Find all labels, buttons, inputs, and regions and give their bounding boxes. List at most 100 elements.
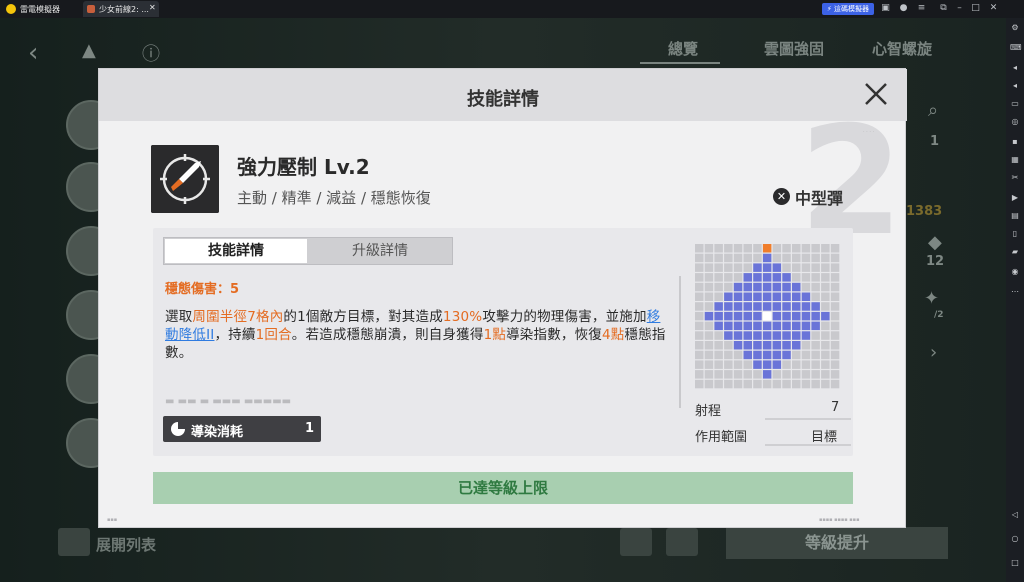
wardrobe-icon[interactable]: [620, 528, 652, 556]
range-cell: [782, 370, 791, 379]
scissors-icon[interactable]: ✂: [1010, 173, 1020, 183]
range-grid: [695, 244, 840, 389]
range-cell: [821, 360, 830, 369]
range-cell: [714, 321, 723, 331]
range-cell: [801, 379, 811, 389]
range-cell: [772, 302, 782, 311]
skill-detail-panel: 技能詳情 升級詳情 穩態傷害：5 選取周圍半徑7格內的1個敵方目標，對其造成13…: [153, 228, 853, 456]
volume-down-icon[interactable]: ◂: [1010, 81, 1020, 91]
sync-icon[interactable]: ◎: [1010, 117, 1020, 127]
range-cell: [695, 273, 704, 282]
zoom-icon[interactable]: ⌕: [928, 100, 938, 121]
range-cell: [743, 360, 752, 369]
range-cell: [704, 263, 714, 272]
tab-close-icon[interactable]: ✕: [149, 3, 156, 12]
folder-icon[interactable]: ▰: [1010, 247, 1020, 257]
tab-upgrade-detail[interactable]: 升級詳情: [309, 239, 451, 263]
range-cell: [811, 302, 820, 311]
emulator-app-name: 雷電模擬器: [20, 5, 60, 14]
range-cell: [811, 253, 820, 263]
range-cell: [724, 263, 733, 272]
expand-list-icon[interactable]: [58, 528, 90, 556]
robot-icon[interactable]: ▦: [1010, 155, 1020, 165]
range-cell: [714, 292, 723, 301]
range-cell: [801, 263, 811, 272]
range-cell: [733, 311, 743, 321]
location-icon[interactable]: ◉: [1010, 267, 1020, 277]
range-cell: [704, 311, 714, 321]
range-cell: [762, 253, 772, 263]
range-cell: [704, 379, 714, 389]
range-cell: [801, 331, 811, 340]
copy-icon[interactable]: ▯: [1010, 229, 1020, 239]
range-cell: [792, 273, 801, 282]
gamepad-icon[interactable]: ▣: [880, 3, 891, 14]
range-cell: [743, 302, 752, 311]
description-scrollbar[interactable]: [679, 276, 681, 408]
range-cell: [801, 360, 811, 369]
range-cell: [724, 244, 733, 253]
minimize-icon[interactable]: –: [954, 3, 965, 14]
range-cell: [772, 263, 782, 272]
tab-skill-detail[interactable]: 技能詳情: [165, 239, 307, 263]
outfit-icon[interactable]: [666, 528, 698, 556]
ammo-type-label: 中型彈: [795, 189, 844, 208]
nav-recent-icon[interactable]: □: [1010, 558, 1020, 568]
nav-home-icon[interactable]: ○: [1010, 534, 1020, 544]
range-cell: [792, 253, 801, 263]
screen-icon[interactable]: ▭: [1010, 99, 1020, 109]
range-cell: [733, 282, 743, 292]
range-cell: [704, 341, 714, 350]
range-cell: [782, 302, 791, 311]
range-cell: [811, 273, 820, 282]
account-icon[interactable]: ●: [898, 3, 909, 14]
volume-up-icon[interactable]: ◂: [1010, 63, 1020, 73]
range-cell: [743, 292, 752, 301]
maximize-icon[interactable]: □: [970, 3, 981, 14]
drive-icon[interactable]: ▲: [82, 40, 96, 61]
level-up-button[interactable]: 等級提升: [726, 527, 948, 559]
close-window-icon[interactable]: ✕: [988, 3, 999, 14]
range-cell: [801, 311, 811, 321]
back-icon[interactable]: ‹: [28, 38, 38, 68]
emulator-tab[interactable]: 少女前線2: ... ✕: [83, 1, 159, 17]
range-cell: [733, 379, 743, 389]
range-cell: [782, 341, 791, 350]
range-cell: [724, 321, 733, 331]
macro-icon[interactable]: ▤: [1010, 211, 1020, 221]
tab-underline: [640, 62, 720, 64]
chevron-small-icon[interactable]: ›: [930, 342, 937, 363]
range-cell: [821, 350, 830, 360]
info-icon[interactable]: ⓘ: [142, 40, 160, 66]
range-cell: [782, 263, 791, 272]
tab-mind-spiral[interactable]: 心智螺旋: [872, 38, 932, 59]
multi-instance-button[interactable]: ⚡ 這碼模擬器: [822, 3, 874, 15]
tab-cloud-reinforce[interactable]: 雲圖強固: [764, 38, 824, 59]
range-cell: [695, 302, 704, 311]
range-cell: [830, 282, 840, 292]
record-icon[interactable]: ▶: [1010, 193, 1020, 203]
menu-icon[interactable]: ≡: [916, 3, 927, 14]
restore-icon[interactable]: ⧉: [938, 3, 949, 14]
settings-icon[interactable]: ⚙: [1010, 23, 1020, 33]
tab-overview[interactable]: 總覽: [668, 38, 698, 59]
range-cell: [762, 244, 772, 253]
expand-list-label[interactable]: 展開列表: [96, 534, 156, 555]
range-cell: [743, 253, 752, 263]
range-cell: [811, 379, 820, 389]
range-cell: [695, 244, 704, 253]
keyboard-icon[interactable]: ⌨: [1010, 43, 1022, 53]
description-segment: 攻擊力的物理傷害，並施加: [482, 309, 647, 325]
range-cell: [811, 311, 820, 321]
range-cell: [714, 350, 723, 360]
range-cell: [753, 253, 762, 263]
nav-back-icon[interactable]: ◁: [1010, 510, 1020, 520]
apk-icon[interactable]: ▪: [1010, 137, 1020, 147]
range-cell: [782, 292, 791, 301]
range-cell: [714, 244, 723, 253]
description-segment: 的1個敵方目標，對其造成: [283, 309, 443, 325]
range-cell: [724, 302, 733, 311]
more-icon[interactable]: ⋯: [1010, 287, 1020, 297]
range-cell: [724, 350, 733, 360]
range-cell: [801, 253, 811, 263]
